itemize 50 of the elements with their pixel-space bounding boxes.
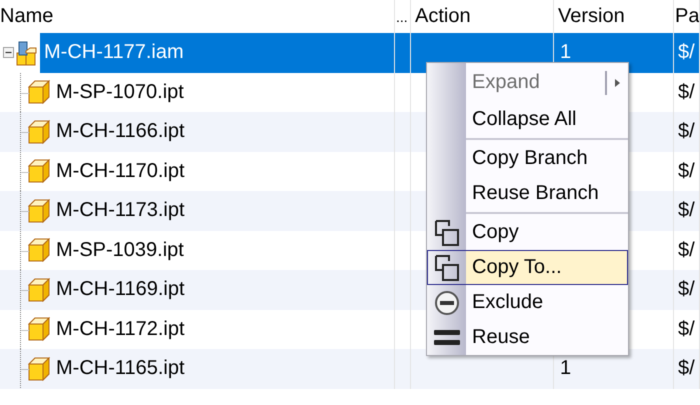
tree-connector-line [20,349,30,389]
cube-icon [28,80,50,104]
menu-item[interactable]: Copy Branch [427,141,628,176]
cube-icon [28,120,50,144]
tree-item[interactable]: M-SP-1039.ipt [52,230,188,270]
path-text: $/ [678,278,695,302]
tree-item[interactable]: M-SP-1070.ipt [52,72,188,112]
path-text: $/ [678,160,695,183]
path-text: $/ [678,318,695,341]
minus-circle-icon [434,290,460,316]
tree-connector-line [20,191,30,231]
tree-item[interactable]: M-CH-1165.ipt [52,349,189,388]
cube-icon [28,238,50,262]
menu-item[interactable]: Collapse All [427,102,628,137]
table-row[interactable]: M-CH-1165.ipt 1 $/ [0,349,700,388]
path-text: $/ [678,41,695,64]
menu-item[interactable]: Reuse Branch [427,176,628,211]
tree-item[interactable]: M-CH-1172.ipt [52,310,189,349]
tree-connector-line [20,72,30,112]
tree-connector-line [20,230,30,270]
cube-icon [28,278,50,302]
table-cell [395,33,411,72]
path-text: $/ [678,238,695,262]
tree-item[interactable]: M-CH-1166.ipt [52,112,189,152]
path-text: $/ [678,199,695,222]
cube-icon [28,317,50,342]
cube-icon [28,198,50,223]
version-text: 1 [560,357,572,380]
tree-connector-line [20,270,30,310]
path-text: $/ [678,357,695,380]
tree-item[interactable]: M-CH-1173.ipt [52,191,189,230]
cube-icon [28,159,50,184]
equals-icon [432,328,460,348]
collapse-toggle-icon[interactable] [3,47,14,58]
tree-item[interactable]: M-CH-1177.iam [40,33,394,72]
tree-connector-line [20,310,30,350]
tree-connector-line [20,112,30,152]
copy-icon [434,254,460,282]
cube-icon [28,356,50,381]
version-text: 1 [560,41,572,64]
menu-item[interactable]: Copy To... [427,250,628,285]
tree-connector-line [20,152,30,192]
tree-item[interactable]: M-CH-1170.ipt [52,152,189,191]
assembly-icon [14,40,38,66]
path-text: $/ [678,120,695,144]
table-row[interactable]: M-CH-1177.iam 1 $/ [0,33,700,72]
path-text: $/ [678,80,695,104]
copy-icon [434,218,460,246]
menu-item[interactable]: Copy [427,215,628,250]
tree-item[interactable]: M-CH-1169.ipt [52,270,189,310]
